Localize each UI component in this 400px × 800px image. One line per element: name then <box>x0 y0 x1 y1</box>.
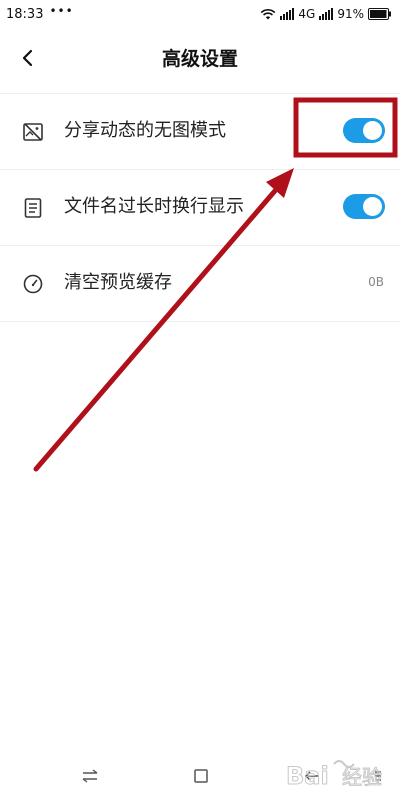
back-arrow-icon <box>304 771 319 781</box>
square-icon <box>194 769 208 783</box>
setting-row-wrap-filename[interactable]: 文件名过长时换行显示 <box>0 170 400 246</box>
setting-row-clear-cache[interactable]: 清空预览缓存 0B <box>0 246 400 322</box>
home-button[interactable] <box>189 766 213 786</box>
battery-percent: 91% <box>337 7 364 21</box>
notification-dots: ••• <box>49 4 74 18</box>
no-image-mode-toggle[interactable] <box>343 118 385 143</box>
setting-row-no-image-mode[interactable]: 分享动态的无图模式 <box>0 94 400 170</box>
status-time: 18:33 <box>6 6 44 22</box>
status-bar: 18:33 ••• 4G 91% <box>0 0 400 28</box>
signal-icon-secondary <box>319 8 334 20</box>
swap-arrows-icon <box>82 769 98 783</box>
settings-list: 分享动态的无图模式 文件名过长时换行显示 清空预览缓存 0B <box>0 93 400 322</box>
no-image-icon <box>23 123 43 141</box>
setting-label: 清空预览缓存 <box>64 272 172 293</box>
menu-button[interactable] <box>366 766 390 786</box>
status-right: 4G 91% <box>260 7 392 21</box>
recent-apps-button[interactable] <box>78 766 102 786</box>
gauge-icon <box>23 274 43 294</box>
nav-header: 高级设置 <box>0 28 400 86</box>
setting-label: 文件名过长时换行显示 <box>64 196 244 217</box>
toggle-knob <box>363 121 382 140</box>
signal-icon <box>280 8 295 20</box>
document-icon <box>24 198 42 218</box>
toggle-knob <box>363 197 382 216</box>
wrap-filename-toggle[interactable] <box>343 194 385 219</box>
cache-size: 0B <box>368 275 384 289</box>
wifi-icon <box>261 8 276 20</box>
status-left: 18:33 ••• <box>6 4 74 22</box>
menu-lines-icon <box>375 771 381 781</box>
battery-icon <box>368 8 391 20</box>
bottom-nav <box>0 752 400 800</box>
network-type: 4G <box>298 7 316 21</box>
back-nav-button[interactable] <box>300 766 324 786</box>
setting-label: 分享动态的无图模式 <box>64 120 226 141</box>
page-title: 高级设置 <box>161 48 238 70</box>
